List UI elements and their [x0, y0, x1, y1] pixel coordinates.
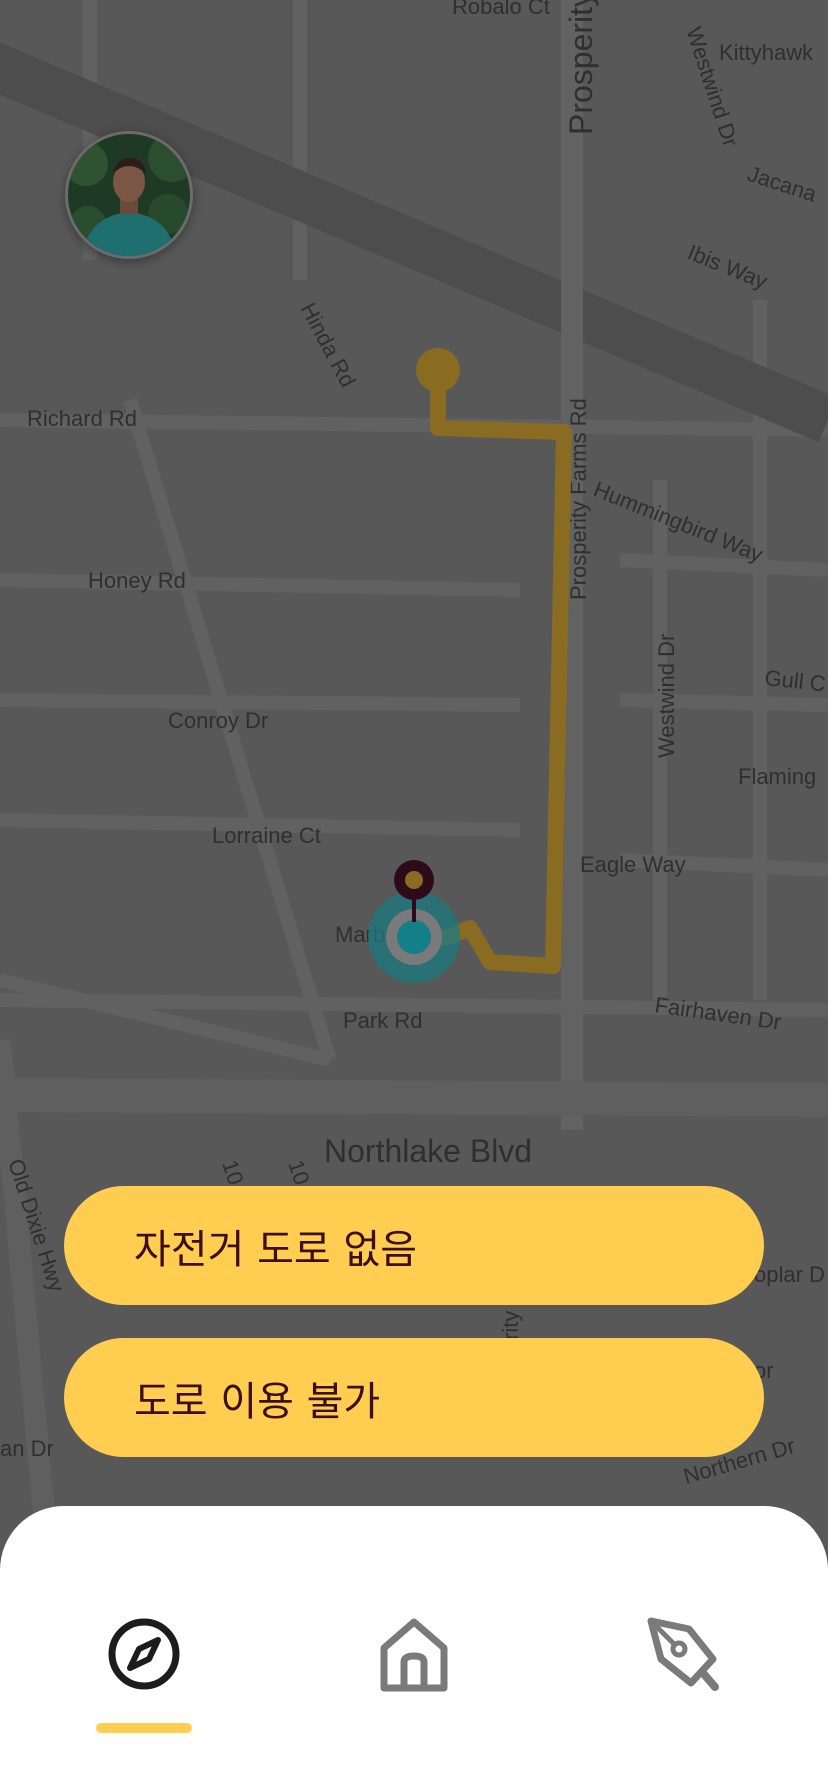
route-start-dot: [416, 348, 460, 392]
street-northlake-blvd: Northlake Blvd: [324, 1133, 532, 1169]
street-honey-rd: Honey Rd: [88, 568, 186, 593]
street-richard-rd: Richard Rd: [27, 406, 137, 431]
active-tab-indicator: [96, 1723, 192, 1733]
street-an-dr: an Dr: [0, 1436, 54, 1461]
no-bike-lane-label: 자전거 도로 없음: [134, 1226, 418, 1273]
home-icon: [380, 1618, 448, 1692]
street-rity: rity: [498, 1311, 523, 1340]
street-oplar-d: oplar D: [754, 1262, 825, 1287]
tab-home[interactable]: [366, 1606, 462, 1702]
pen-icon: [647, 1617, 719, 1691]
street-robalo-ct: Robalo Ct: [452, 0, 550, 19]
bottom-navigation: [0, 1506, 828, 1792]
profile-avatar[interactable]: [65, 131, 193, 259]
no-bike-lane-button[interactable]: 자전거 도로 없음: [64, 1186, 764, 1305]
street-lorraine-ct: Lorraine Ct: [212, 823, 321, 848]
tab-report[interactable]: [636, 1606, 732, 1702]
road-unavailable-button[interactable]: 도로 이용 불가: [64, 1338, 764, 1457]
northlake-road: [0, 1078, 828, 1117]
street-conroy-dr: Conroy Dr: [168, 708, 268, 733]
road-unavailable-label: 도로 이용 불가: [134, 1378, 381, 1425]
street-westwind-dr: Westwind Dr: [654, 634, 679, 758]
street-eagle-way: Eagle Way: [580, 852, 686, 877]
street-park-rd: Park Rd: [343, 1008, 422, 1033]
street-kittyhawk: Kittyhawk: [719, 40, 814, 65]
street-prosperity-top: Prosperity: [563, 0, 599, 135]
tab-explore[interactable]: [96, 1606, 192, 1702]
compass-icon: [108, 1618, 180, 1690]
current-location-dot: [397, 920, 431, 954]
user-avatar-icon: [68, 134, 190, 256]
street-flaming: Flaming: [738, 764, 816, 789]
